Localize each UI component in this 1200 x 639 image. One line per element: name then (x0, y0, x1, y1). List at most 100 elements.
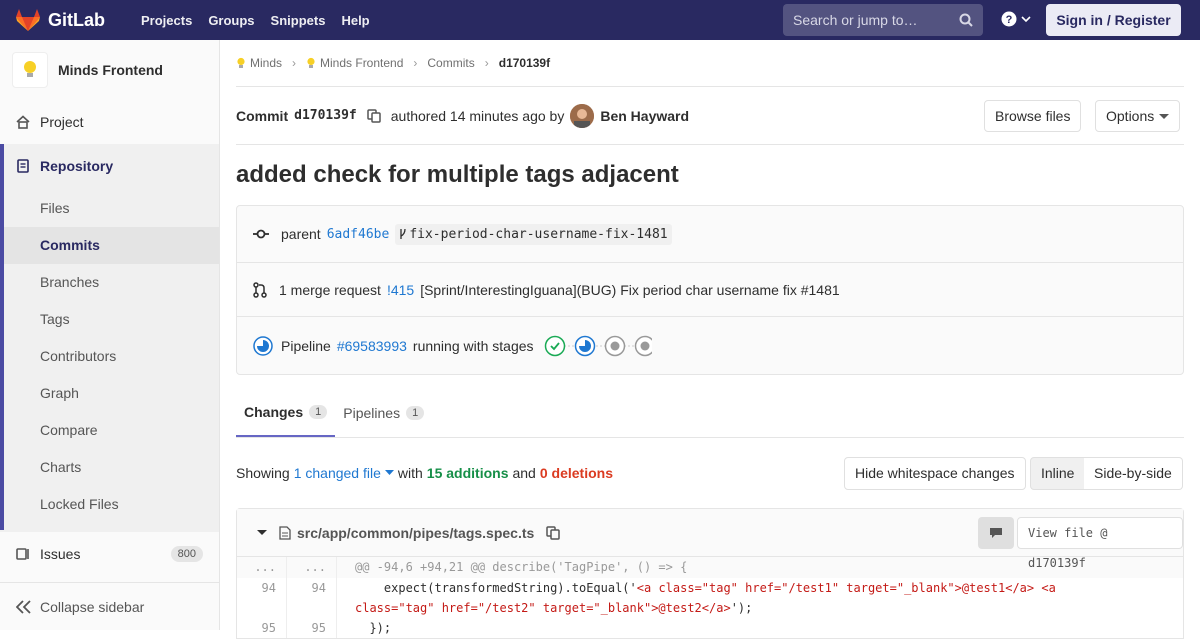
search-icon (959, 13, 973, 27)
showing-text: Showing (236, 465, 290, 481)
view-file-button[interactable]: View file @ d170139f (1017, 517, 1183, 570)
stage-created-icon[interactable] (634, 335, 652, 356)
nav-projects[interactable]: Projects (133, 13, 200, 28)
sidebar-item-commits[interactable]: Commits (0, 227, 219, 264)
diff-line: 94 94 expect(transformedString).toEqual(… (237, 578, 1183, 618)
gitlab-tanuki-icon (16, 9, 40, 31)
sidebar-item-label: Issues (40, 546, 81, 562)
comments-toggle-button[interactable] (978, 517, 1014, 549)
breadcrumb-minds[interactable]: Minds (236, 56, 282, 70)
stage-running-icon[interactable] (574, 335, 595, 356)
parent-sha-link[interactable]: 6adf46be (327, 227, 390, 242)
diff-file: src/app/common/pipes/tags.spec.ts View f… (236, 508, 1184, 639)
changed-files-dropdown[interactable]: 1 changed file (294, 465, 394, 481)
copy-icon[interactable] (367, 108, 381, 123)
search-placeholder: Search or jump to… (793, 12, 918, 28)
parent-row: parent 6adf46be fix-period-char-username… (237, 206, 1183, 263)
author-name[interactable]: Ben Hayward (600, 108, 689, 124)
sidebar-item-branches[interactable]: Branches (0, 264, 219, 301)
collapse-sidebar-button[interactable]: Collapse sidebar (0, 582, 219, 630)
sidebar-item-charts[interactable]: Charts (0, 449, 219, 486)
tab-pipelines[interactable]: Pipelines 1 (335, 389, 432, 437)
home-icon (16, 115, 30, 129)
merge-request-icon (253, 281, 267, 298)
question-icon: ? (1001, 11, 1017, 27)
commit-label: Commit (236, 107, 289, 124)
stage-created-icon[interactable] (604, 335, 625, 356)
inline-view-button[interactable]: Inline (1030, 457, 1086, 490)
hunk-header: @@ -94,6 +94,21 @@ describe('TagPipe', (… (355, 560, 688, 574)
sidebar-item-issues[interactable]: Issues 800 (0, 532, 219, 576)
additions-count: 15 additions (426, 465, 509, 481)
browse-files-button[interactable]: Browse files (984, 100, 1082, 132)
hide-whitespace-button[interactable]: Hide whitespace changes (844, 457, 1026, 490)
breadcrumb-commits[interactable]: Commits (427, 56, 474, 70)
search-input[interactable]: Search or jump to… (783, 4, 983, 36)
line-number-new[interactable]: 94 (287, 578, 337, 618)
nav-help[interactable]: Help (333, 13, 377, 28)
commit-header: Commit d170139f authored 14 minutes ago … (236, 87, 1184, 145)
diff-line: 95 95 }); (237, 618, 1183, 638)
avatar[interactable] (570, 103, 595, 128)
pipeline-running-icon[interactable] (253, 335, 273, 356)
svg-text:?: ? (1006, 14, 1013, 26)
deletions-count: 0 deletions (539, 465, 613, 481)
line-number-old[interactable]: 95 (237, 618, 287, 638)
copy-icon[interactable] (546, 525, 561, 540)
sidebar-project-header[interactable]: Minds Frontend (0, 40, 219, 100)
branch-name: fix-period-char-username-fix-1481 (409, 226, 668, 242)
sidebar-item-graph[interactable]: Graph (0, 375, 219, 412)
sidebar-item-files[interactable]: Files (0, 190, 219, 227)
commit-tabs: Changes 1 Pipelines 1 (236, 375, 1184, 438)
stage-success-icon[interactable] (544, 335, 565, 356)
nav-groups[interactable]: Groups (200, 13, 262, 28)
tab-changes[interactable]: Changes 1 (236, 389, 336, 437)
tab-count-badge: 1 (309, 405, 328, 419)
breadcrumb-minds-frontend[interactable]: Minds Frontend (306, 56, 403, 70)
tab-label: Changes (244, 404, 304, 420)
sidebar-item-project[interactable]: Project (0, 100, 219, 144)
breadcrumb-current[interactable]: d170139f (499, 56, 550, 70)
sidebar-item-repository[interactable]: Repository (0, 144, 219, 188)
line-number-old: ... (237, 557, 287, 578)
options-label: Options (1106, 108, 1155, 124)
sidebar-item-locked-files[interactable]: Locked Files (0, 486, 219, 523)
sign-in-button[interactable]: Sign in / Register (1046, 4, 1181, 36)
code-string: <a class="tag" href="/test1" target="_bl… (636, 581, 1056, 595)
sidebar-item-tags[interactable]: Tags (0, 301, 219, 338)
project-avatar (12, 52, 48, 88)
merge-request-count: 1 merge request (279, 281, 381, 298)
pipeline-link[interactable]: #69583993 (337, 338, 407, 354)
issues-icon (16, 548, 29, 560)
breadcrumb-label: Minds (250, 56, 283, 70)
file-path[interactable]: src/app/common/pipes/tags.spec.ts (297, 525, 534, 541)
merge-request-title: [Sprint/InterestingIguana](BUG) Fix peri… (420, 281, 840, 298)
branch-label[interactable]: fix-period-char-username-fix-1481 (395, 223, 672, 245)
branch-icon (400, 228, 406, 239)
sidebar-item-compare[interactable]: Compare (0, 412, 219, 449)
options-dropdown[interactable]: Options (1095, 100, 1180, 132)
code-text: '); (730, 601, 753, 615)
chevron-right-icon: › (413, 56, 418, 70)
comment-icon (990, 528, 1002, 538)
collapse-caret-icon[interactable] (257, 529, 267, 536)
code-string: class="tag" href="/test2" target="_blank… (355, 601, 731, 615)
sidebar-item-label: Project (40, 114, 84, 130)
line-number-old[interactable]: 94 (237, 578, 287, 618)
active-indicator (0, 144, 4, 530)
pipeline-row: Pipeline #69583993 running with stages (237, 317, 1183, 374)
breadcrumb-label: Minds Frontend (320, 56, 404, 70)
sidebar: Minds Frontend Project Repository Files … (0, 40, 220, 630)
caret-down-icon (1159, 114, 1169, 119)
document-icon (17, 159, 29, 173)
main-content: Minds › Minds Frontend › Commits › d1701… (236, 40, 1184, 639)
gitlab-logo[interactable]: GitLab (16, 0, 105, 40)
merge-request-link[interactable]: !415 (387, 282, 414, 298)
side-by-side-button[interactable]: Side-by-side (1084, 457, 1183, 490)
nav-snippets[interactable]: Snippets (263, 13, 334, 28)
parent-label: parent (281, 226, 321, 242)
help-dropdown[interactable]: ? (1001, 11, 1031, 27)
line-number-new[interactable]: 95 (287, 618, 337, 638)
code-content: expect(transformedString).toEqual('<a cl… (337, 578, 1056, 618)
sidebar-item-contributors[interactable]: Contributors (0, 338, 219, 375)
